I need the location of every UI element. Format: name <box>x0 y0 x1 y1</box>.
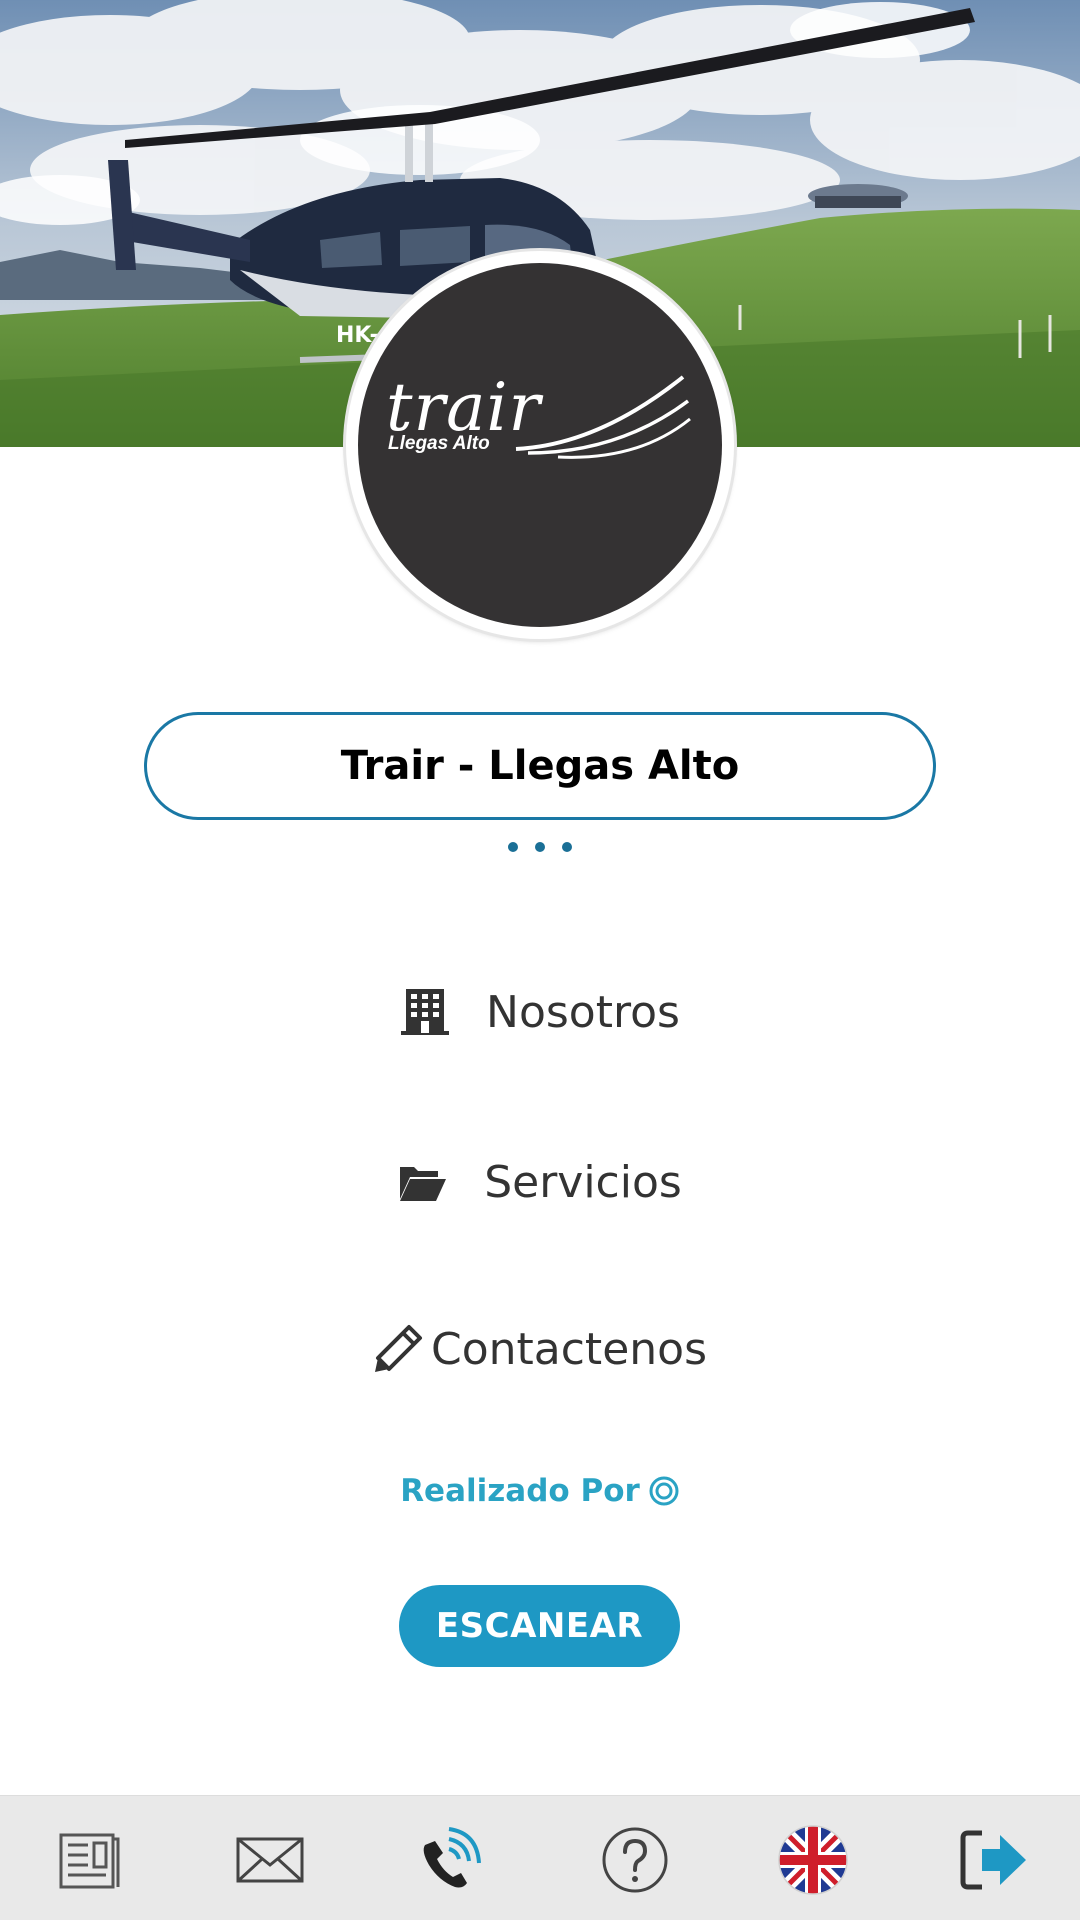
bottom-nav-news[interactable] <box>54 1824 126 1896</box>
bottom-nav-logout[interactable] <box>958 1824 1030 1896</box>
profile-name: Trair - Llegas Alto <box>340 743 740 789</box>
building-icon <box>400 987 450 1037</box>
credit-label: Realizado Por <box>400 1473 640 1509</box>
bottom-nav-phone[interactable] <box>412 1824 484 1896</box>
scan-button[interactable]: ESCANEAR <box>399 1585 680 1667</box>
company-logo: trair Llegas Alto <box>346 251 734 639</box>
news-icon <box>59 1833 120 1889</box>
target-icon <box>648 1475 680 1507</box>
swoosh-icon <box>515 375 691 459</box>
profile-name-box: Trair - Llegas Alto <box>144 712 936 820</box>
credit-link[interactable]: Realizado Por <box>0 1466 1080 1516</box>
svg-text:HK-: HK- <box>336 323 379 348</box>
help-icon <box>602 1827 668 1893</box>
logout-icon <box>960 1830 1026 1890</box>
menu-item-label: Nosotros <box>486 986 680 1038</box>
folder-open-icon <box>398 1157 448 1207</box>
logo-tagline: Llegas Alto <box>388 433 490 454</box>
menu-item-contactenos[interactable]: Contactenos <box>0 1309 1080 1389</box>
bottom-nav-mail[interactable] <box>234 1824 306 1896</box>
bottom-nav-help[interactable] <box>599 1824 671 1896</box>
phone-call-icon <box>423 1827 481 1888</box>
pencil-icon <box>373 1324 423 1374</box>
uk-flag-icon <box>778 1825 848 1895</box>
mail-icon <box>236 1837 304 1883</box>
menu-item-label: Contactenos <box>431 1323 707 1375</box>
menu-item-servicios[interactable]: Servicios <box>0 1142 1080 1222</box>
more-options-dots[interactable] <box>508 842 572 852</box>
bottom-nav-language[interactable] <box>777 1824 849 1896</box>
bottom-nav <box>0 1795 1080 1920</box>
menu-item-nosotros[interactable]: Nosotros <box>0 972 1080 1052</box>
menu-item-label: Servicios <box>484 1156 682 1208</box>
